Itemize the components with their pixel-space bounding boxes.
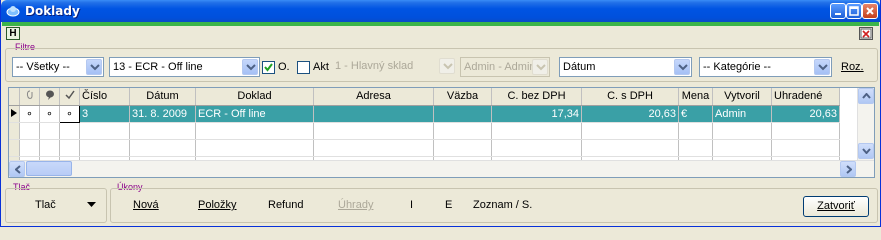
combo-warehouse-value: 1 - Hlavný sklad (335, 60, 414, 72)
column-header-attachment[interactable] (19, 88, 40, 106)
checkbox-o[interactable] (262, 61, 275, 74)
close-icon (866, 7, 874, 15)
print-button[interactable]: Tlač (35, 199, 56, 211)
column-header-doklad[interactable]: Doklad (195, 88, 314, 106)
e-button[interactable]: E (445, 199, 452, 211)
column-header-vytvoril[interactable]: Vytvoril (712, 88, 772, 106)
column-header-adresa[interactable]: Adresa (313, 88, 434, 106)
combo-user: Admin - Admin (460, 57, 550, 77)
accent-bar (2, 22, 879, 26)
check-icon (264, 63, 273, 72)
title-bar[interactable]: Doklady (1, 0, 880, 22)
combo-all[interactable]: -- Všetky -- (12, 57, 104, 77)
checkbox-o-label: O. (278, 61, 290, 73)
h-button[interactable]: H (6, 27, 20, 40)
cell-s-dph: 20,63 (581, 105, 679, 123)
attachment-icon (26, 90, 32, 99)
new-button[interactable]: Nová (133, 199, 159, 211)
row-pointer-icon (11, 108, 17, 117)
chevron-right-icon (846, 165, 852, 174)
combo-user-value: Admin - Admin (464, 61, 536, 73)
scroll-up-button[interactable] (858, 88, 874, 104)
chevron-down-icon (862, 148, 871, 154)
chevron-down-icon[interactable] (242, 59, 258, 75)
cell-vazba (433, 105, 492, 123)
horizontal-scroll-thumb[interactable] (26, 161, 72, 176)
list-button[interactable]: Zoznam / S. (473, 199, 532, 211)
column-header-datum[interactable]: Dátum (129, 88, 196, 106)
cell-note: ∘ (39, 105, 60, 123)
row-indicator (9, 105, 20, 123)
cell-cislo: 3 (79, 105, 130, 123)
roz-button[interactable]: Roz. (841, 61, 864, 73)
cell-bez-dph: 17,34 (491, 105, 582, 123)
check-icon (64, 90, 75, 99)
table-row[interactable]: ∘ ∘ ∘ 3 31. 8. 2009 ECR - Off line 17,34… (9, 104, 840, 123)
scroll-left-button[interactable] (9, 161, 25, 177)
cell-vytvoril: Admin (712, 105, 772, 123)
combo-date[interactable]: Dátum (559, 57, 692, 77)
scroll-down-button[interactable] (858, 143, 874, 159)
items-button[interactable]: Položky (198, 199, 237, 211)
documents-grid[interactable]: Číslo Dátum Doklad Adresa Väzba C. bez D… (8, 87, 875, 178)
column-header-cislo[interactable]: Číslo (79, 88, 130, 106)
horizontal-scrollbar[interactable] (9, 160, 874, 177)
column-header-check[interactable] (59, 88, 80, 106)
column-header-mena[interactable]: Mena (678, 88, 713, 106)
minimize-button[interactable] (830, 3, 846, 19)
table-row-empty (9, 139, 840, 157)
cell-uhradene: 20,63 (771, 105, 840, 123)
table-row-empty (9, 122, 840, 140)
window-title: Doklady (25, 4, 80, 18)
minimize-icon (835, 13, 841, 15)
combo-category-value: -- Kategórie -- (703, 61, 771, 73)
vertical-scrollbar[interactable] (857, 88, 874, 160)
column-header-vazba[interactable]: Väzba (433, 88, 492, 106)
close-button[interactable] (862, 3, 878, 19)
chevron-down-icon (532, 59, 548, 75)
cell-datum: 31. 8. 2009 (129, 105, 196, 123)
combo-cash-register-value: 13 - ECR - Off line (113, 61, 203, 73)
chevron-down-icon (439, 58, 455, 74)
checkbox-akt-label: Akt (313, 61, 329, 73)
chevron-down-icon[interactable] (814, 59, 830, 75)
cell-adresa (313, 105, 434, 123)
column-header-uhradene[interactable]: Uhradené (771, 88, 840, 106)
column-header-s-dph[interactable]: C. s DPH (581, 88, 679, 106)
app-icon (6, 6, 20, 17)
column-header-note[interactable] (39, 88, 60, 106)
chevron-down-icon[interactable] (674, 59, 690, 75)
combo-all-value: -- Všetky -- (16, 61, 70, 73)
close-window-label: Zatvoriť (817, 200, 855, 212)
comment-icon (45, 90, 54, 100)
cell-attachment: ∘ (19, 105, 40, 123)
column-header-bez-dph[interactable]: C. bez DPH (491, 88, 582, 106)
maximize-icon (849, 6, 859, 16)
row-indicator-header (9, 88, 20, 106)
chevron-up-icon (862, 93, 871, 99)
chevron-down-icon[interactable] (86, 59, 102, 75)
exit-button[interactable] (859, 27, 873, 40)
cell-check[interactable]: ∘ (59, 104, 80, 123)
chevron-left-icon (15, 165, 21, 174)
i-button[interactable]: I (410, 199, 413, 211)
refund-button[interactable]: Refund (268, 199, 303, 211)
dropdown-arrow-icon[interactable] (87, 202, 96, 207)
payments-button: Úhrady (338, 199, 374, 211)
grid-header-row: Číslo Dátum Doklad Adresa Väzba C. bez D… (9, 88, 840, 106)
checkbox-akt[interactable] (297, 61, 310, 74)
exit-icon (860, 28, 872, 39)
main-window: Doklady H Filtre -- Všetky -- 13 - ECR -… (0, 0, 881, 227)
scroll-right-button[interactable] (840, 161, 856, 177)
combo-cash-register[interactable]: 13 - ECR - Off line (109, 57, 260, 77)
combo-warehouse: 1 - Hlavný sklad (332, 57, 456, 77)
close-window-button[interactable]: Zatvoriť (803, 196, 869, 217)
cell-mena: € (678, 105, 713, 123)
cell-doklad: ECR - Off line (195, 105, 314, 123)
combo-date-value: Dátum (563, 61, 596, 73)
maximize-button[interactable] (846, 3, 862, 19)
combo-category[interactable]: -- Kategórie -- (699, 57, 832, 77)
